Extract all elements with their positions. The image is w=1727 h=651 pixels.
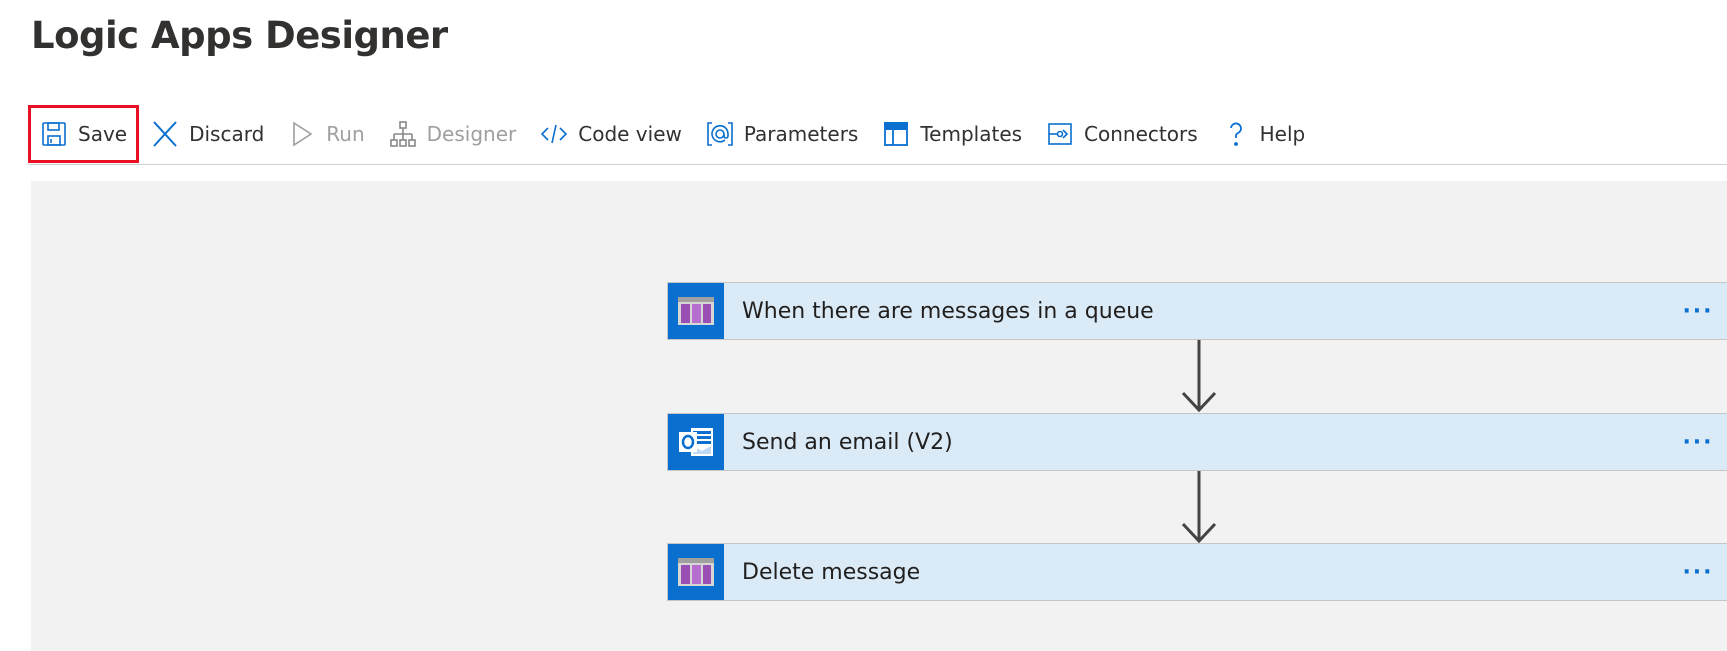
help-icon [1222, 120, 1250, 148]
step-title: When there are messages in a queue [742, 298, 1154, 324]
designer-button[interactable]: Designer [377, 105, 529, 163]
code-view-button[interactable]: Code view [528, 105, 694, 163]
save-label: Save [78, 122, 128, 146]
templates-icon [882, 120, 910, 148]
help-label: Help [1259, 122, 1306, 146]
page-title: Logic Apps Designer [31, 14, 448, 57]
save-button[interactable]: Save [28, 105, 140, 163]
code-view-label: Code view [578, 122, 682, 146]
designer-icon [389, 120, 417, 148]
step-title: Delete message [742, 559, 921, 585]
discard-icon [151, 120, 179, 148]
storage-queue-icon [668, 283, 724, 339]
templates-label: Templates [920, 122, 1023, 146]
workflow-step-delete-message[interactable]: Delete message ··· [667, 543, 1727, 601]
code-view-icon [540, 120, 568, 148]
connector-arrow [1181, 340, 1217, 413]
discard-button[interactable]: Discard [139, 105, 276, 163]
designer-label: Designer [426, 122, 517, 146]
connectors-button[interactable]: Connectors [1034, 105, 1210, 163]
workflow-step-trigger[interactable]: When there are messages in a queue ··· [667, 282, 1727, 340]
run-icon [288, 120, 316, 148]
save-icon [40, 120, 68, 148]
discard-label: Discard [189, 122, 265, 146]
run-label: Run [326, 122, 365, 146]
more-options-icon[interactable]: ··· [1668, 414, 1727, 470]
connectors-label: Connectors [1084, 122, 1198, 146]
connector-arrow [1181, 471, 1217, 544]
outlook-icon [668, 414, 724, 470]
run-button[interactable]: Run [276, 105, 376, 163]
more-options-icon[interactable]: ··· [1668, 544, 1727, 600]
help-button[interactable]: Help [1210, 105, 1318, 163]
toolbar-divider [28, 164, 1727, 165]
templates-button[interactable]: Templates [870, 105, 1034, 163]
designer-canvas[interactable]: When there are messages in a queue ··· S… [31, 181, 1727, 651]
storage-queue-icon [668, 544, 724, 600]
more-options-icon[interactable]: ··· [1668, 283, 1727, 339]
workflow-step-send-email[interactable]: Send an email (V2) ··· [667, 413, 1727, 471]
step-title: Send an email (V2) [742, 429, 953, 455]
parameters-button[interactable]: Parameters [694, 105, 870, 163]
connectors-icon [1046, 120, 1074, 148]
command-bar: Save Discard Run Designer Code view Para… [28, 103, 1317, 165]
parameters-label: Parameters [743, 122, 859, 146]
parameters-icon [706, 120, 734, 148]
